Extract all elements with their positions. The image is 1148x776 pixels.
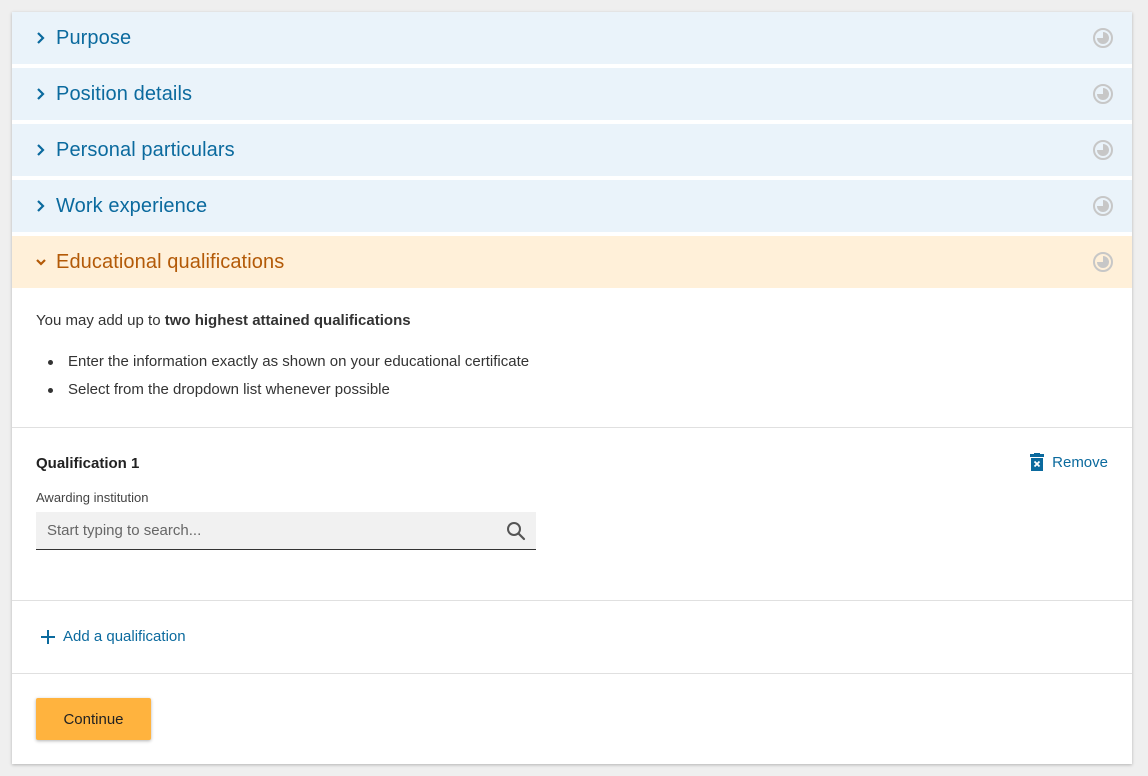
awarding-institution-search [36,512,536,550]
continue-button[interactable]: Continue [36,698,151,740]
chevron-right-icon [34,143,48,157]
chevron-right-icon [34,87,48,101]
trash-icon [1030,453,1045,471]
accordion-title: Purpose [56,26,132,49]
accordion-purpose[interactable]: Purpose [12,12,1132,64]
search-icon[interactable] [506,521,526,541]
divider [12,427,1132,428]
progress-circle-icon [1093,252,1113,272]
awarding-institution-label: Awarding institution [36,490,149,505]
intro-text: You may add up to two highest attained q… [36,312,411,329]
progress-circle-icon [1093,140,1113,160]
accordion-title: Personal particulars [56,138,235,161]
application-form-card: Purpose Position details Personal partic… [12,12,1132,764]
accordion-position-details[interactable]: Position details [12,68,1132,120]
accordion-educational-qualifications[interactable]: Educational qualifications [12,236,1132,288]
remove-label: Remove [1052,453,1108,471]
awarding-institution-input[interactable] [36,512,496,549]
accordion-title: Educational qualifications [56,250,285,273]
add-qualification-label: Add a qualification [63,628,186,645]
divider [12,673,1132,674]
divider [12,600,1132,601]
instruction-list: Enter the information exactly as shown o… [36,352,529,408]
chevron-right-icon [34,31,48,45]
chevron-right-icon [34,199,48,213]
progress-circle-icon [1093,28,1113,48]
qualification-title: Qualification 1 [36,455,140,472]
plus-icon [41,629,55,644]
progress-circle-icon [1093,84,1113,104]
intro-emphasis: two highest attained qualifications [164,312,411,329]
accordion-personal-particulars[interactable]: Personal particulars [12,124,1132,176]
remove-qualification-button[interactable]: Remove [1030,453,1108,471]
accordion-title: Position details [56,82,193,105]
accordion-title: Work experience [56,194,208,217]
instruction-item: Select from the dropdown list whenever p… [36,380,529,408]
chevron-down-icon [34,255,48,269]
instruction-item: Enter the information exactly as shown o… [36,352,529,380]
accordion-work-experience[interactable]: Work experience [12,180,1132,232]
intro-prefix: You may add up to [36,312,165,329]
progress-circle-icon [1093,196,1113,216]
add-qualification-button[interactable]: Add a qualification [40,628,186,645]
